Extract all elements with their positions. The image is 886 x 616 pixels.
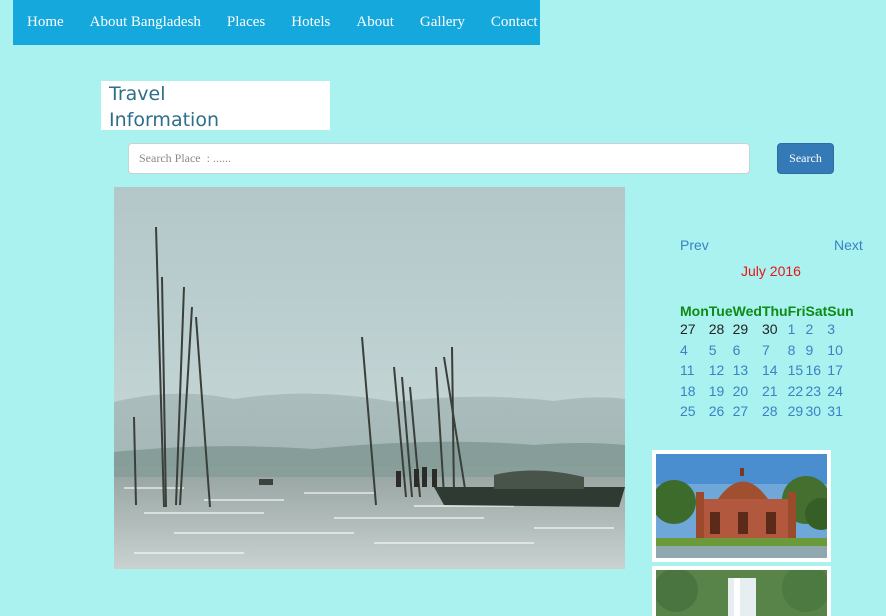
- calendar-next-link[interactable]: Next: [834, 237, 863, 253]
- calendar-day[interactable]: 21: [762, 383, 788, 404]
- logo-line-2: Information: [109, 109, 219, 131]
- calendar-day[interactable]: 28: [762, 403, 788, 424]
- calendar-day[interactable]: 30: [805, 403, 827, 424]
- calendar-day-other-month: 28: [708, 321, 725, 337]
- calendar-day[interactable]: 7: [762, 342, 788, 363]
- logo-line-1: Travel: [109, 83, 166, 105]
- main-photo: [114, 187, 625, 569]
- calendar-day[interactable]: 1: [788, 321, 806, 342]
- weekday-header: Sun: [827, 303, 854, 319]
- calendar-day[interactable]: 15: [788, 362, 806, 383]
- calendar-day[interactable]: 18: [680, 383, 709, 404]
- calendar-day[interactable]: 4: [680, 342, 709, 363]
- calendar-day[interactable]: 8: [788, 342, 806, 363]
- waterfall-thumbnail[interactable]: [652, 566, 831, 616]
- weekday-header: Fri: [787, 303, 806, 319]
- calendar-day[interactable]: 13: [733, 362, 762, 383]
- calendar-day[interactable]: 20: [733, 383, 762, 404]
- weekday-header: Wed: [732, 303, 762, 319]
- calendar-day[interactable]: 16: [805, 362, 827, 383]
- top-nav: Home About Bangladesh Places Hotels Abou…: [13, 0, 540, 45]
- nav-about-bangladesh[interactable]: About Bangladesh: [77, 0, 214, 45]
- calendar-day[interactable]: 26: [709, 403, 733, 424]
- calendar-day[interactable]: 25: [680, 403, 709, 424]
- weekday-header: Tue: [708, 303, 733, 319]
- calendar-day[interactable]: 22: [788, 383, 806, 404]
- nav-hotels[interactable]: Hotels: [278, 0, 343, 45]
- weekday-header: Thu: [761, 303, 788, 319]
- nav-about[interactable]: About: [343, 0, 407, 45]
- mosque-thumbnail[interactable]: [652, 450, 831, 562]
- weekday-header: Sat: [805, 303, 828, 319]
- nav-home[interactable]: Home: [13, 0, 77, 45]
- calendar-day[interactable]: 24: [827, 383, 853, 404]
- nav-places[interactable]: Places: [214, 0, 278, 45]
- calendar-day[interactable]: 23: [805, 383, 827, 404]
- calendar-month-label: July 2016: [741, 263, 801, 279]
- calendar-day[interactable]: 27: [733, 403, 762, 424]
- calendar-day[interactable]: 12: [709, 362, 733, 383]
- calendar-day[interactable]: 2: [805, 321, 827, 342]
- calendar-day[interactable]: 6: [733, 342, 762, 363]
- calendar-day[interactable]: 9: [805, 342, 827, 363]
- calendar-grid: Mon Tue Wed Thu Fri Sat Sun 27 28 29 30 …: [680, 301, 854, 424]
- nav-contact[interactable]: Contact: [478, 0, 551, 45]
- calendar-day[interactable]: 3: [827, 321, 853, 342]
- calendar-day[interactable]: 5: [709, 342, 733, 363]
- calendar-day-other-month: 27: [680, 321, 696, 337]
- calendar-day[interactable]: 10: [827, 342, 853, 363]
- calendar-day[interactable]: 29: [788, 403, 806, 424]
- calendar-day[interactable]: 14: [762, 362, 788, 383]
- calendar-day-other-month: 30: [761, 321, 778, 337]
- calendar-day-other-month: 29: [732, 321, 749, 337]
- calendar-day[interactable]: 11: [680, 362, 709, 383]
- weekday-header: Mon: [680, 303, 709, 319]
- calendar-day[interactable]: 17: [827, 362, 853, 383]
- calendar-day[interactable]: 19: [709, 383, 733, 404]
- calendar-day[interactable]: 31: [827, 403, 853, 424]
- site-logo: Travel Information: [101, 81, 330, 131]
- nav-gallery[interactable]: Gallery: [407, 0, 478, 45]
- search-input[interactable]: [128, 143, 750, 174]
- calendar-prev-link[interactable]: Prev: [680, 237, 709, 253]
- search-button[interactable]: Search: [777, 143, 834, 174]
